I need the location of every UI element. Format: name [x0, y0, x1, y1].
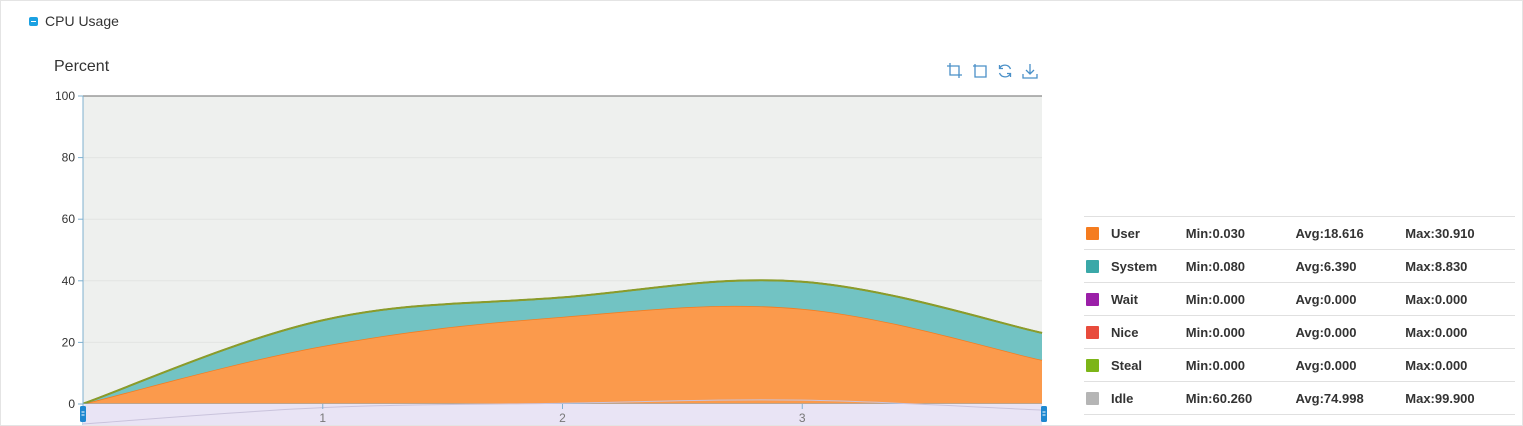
y-tick-label: 40 — [62, 274, 76, 288]
legend-avg: Avg:18.616 — [1295, 225, 1364, 241]
legend-swatch — [1086, 259, 1099, 273]
legend-item-idle[interactable]: Idle Min:60.260 Avg:74.998 Max:99.900 — [1084, 382, 1515, 415]
legend-min: Min:0.080 — [1185, 258, 1246, 274]
x-tick-label: 1 — [319, 411, 326, 425]
cpu-usage-panel: CPU Usage Percent 0204060801000123 UserM… — [0, 0, 1523, 426]
legend-max: Max:0.000 — [1405, 357, 1468, 373]
legend-item-system[interactable]: System Min:0.080 Avg:6.390 Max:8.830 — [1084, 250, 1515, 283]
y-tick-label: 20 — [62, 335, 76, 349]
legend-item-steal[interactable]: Steal Min:0.000 Avg:0.000 Max:0.000 — [1084, 349, 1515, 382]
y-tick-label: 0 — [68, 397, 75, 411]
legend-min: Min:0.000 — [1185, 291, 1246, 307]
legend-item-wait[interactable]: Wait Min:0.000 Avg:0.000 Max:0.000 — [1084, 283, 1515, 316]
legend-avg: Avg:74.998 — [1295, 390, 1364, 406]
legend-swatch — [1086, 226, 1099, 240]
legend-max: Max:0.000 — [1405, 324, 1468, 340]
legend-item-user[interactable]: User Min:0.030 Avg:18.616 Max:30.910 — [1084, 217, 1515, 250]
chart-legend: User Min:0.030 Avg:18.616 Max:30.910 System M… — [1084, 216, 1515, 415]
legend-max: Max:8.830 — [1405, 258, 1468, 274]
legend-swatch — [1086, 325, 1099, 339]
legend-avg: Avg:6.390 — [1295, 258, 1357, 274]
legend-swatch — [1086, 391, 1099, 405]
legend-name: Steal — [1110, 357, 1143, 373]
legend-avg: Avg:0.000 — [1295, 291, 1357, 307]
legend-avg: Avg:0.000 — [1295, 324, 1357, 340]
data-zoom-right-handle[interactable] — [1041, 406, 1047, 422]
y-tick-label: 60 — [62, 212, 76, 226]
legend-name: Idle — [1110, 390, 1134, 406]
x-tick-label: 3 — [799, 411, 806, 425]
legend-min: Min:60.260 — [1185, 390, 1253, 406]
legend-name: User — [1110, 225, 1140, 241]
legend-min: Min:0.000 — [1185, 357, 1246, 373]
legend-max: Max:0.000 — [1405, 291, 1468, 307]
legend-max: Max:99.900 — [1405, 390, 1475, 406]
legend-name: System — [1110, 258, 1158, 274]
x-tick-label: 2 — [559, 411, 566, 425]
legend-max: Max:30.910 — [1405, 225, 1475, 241]
legend-min: Min:0.000 — [1185, 324, 1246, 340]
data-zoom-left-handle[interactable] — [80, 406, 86, 422]
legend-swatch — [1086, 358, 1099, 372]
y-tick-label: 100 — [55, 89, 75, 103]
legend-name: Nice — [1110, 324, 1139, 340]
y-tick-label: 80 — [62, 151, 76, 165]
legend-name: Wait — [1110, 291, 1138, 307]
legend-min: Min:0.030 — [1185, 225, 1246, 241]
legend-item-nice[interactable]: Nice Min:0.000 Avg:0.000 Max:0.000 — [1084, 316, 1515, 349]
legend-avg: Avg:0.000 — [1295, 357, 1357, 373]
legend-swatch — [1086, 292, 1099, 306]
cpu-area-chart: 0204060801000123 — [55, 89, 1047, 425]
